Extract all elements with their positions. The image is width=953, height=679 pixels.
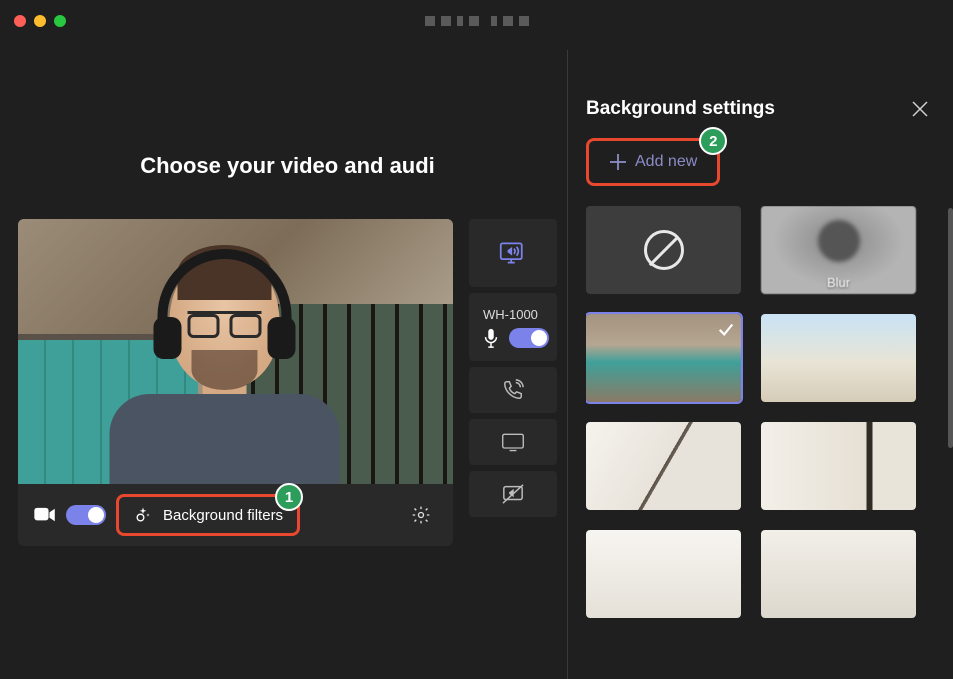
- video-settings-button[interactable]: [405, 499, 437, 531]
- plus-icon: [609, 153, 627, 171]
- background-option-window-room[interactable]: [586, 422, 741, 510]
- gear-icon: [411, 505, 431, 525]
- video-controls-bar: Background filters 1: [18, 484, 453, 546]
- audio-controls-column: WH-1000: [469, 219, 557, 546]
- video-preview: [18, 219, 453, 484]
- background-filters-label: Background filters: [163, 507, 283, 524]
- background-options-grid: Blur: [586, 206, 929, 618]
- checkmark-icon: [717, 320, 735, 338]
- room-audio-tile[interactable]: [469, 419, 557, 465]
- background-option-beach[interactable]: [761, 314, 916, 402]
- add-new-label: Add new: [635, 153, 697, 171]
- background-option-mirror-room[interactable]: [761, 422, 916, 510]
- background-settings-panel: Background settings Add new 2 Blur: [567, 50, 945, 679]
- mic-toggle[interactable]: [509, 328, 549, 348]
- left-panel: Choose your video and audi: [0, 50, 567, 679]
- background-filters-button[interactable]: Background filters 1: [116, 494, 300, 536]
- callout-badge-1: 1: [275, 483, 303, 511]
- window-controls: [14, 15, 66, 27]
- minimize-window-button[interactable]: [34, 15, 46, 27]
- microphone-icon: [483, 328, 499, 348]
- background-option-none[interactable]: [586, 206, 741, 294]
- audio-device-tile[interactable]: [469, 219, 557, 287]
- phone-icon: [502, 379, 524, 401]
- camera-toggle[interactable]: [66, 505, 106, 525]
- background-option-blur[interactable]: Blur: [761, 206, 916, 294]
- camera-icon: [34, 507, 56, 523]
- scrollbar[interactable]: [948, 208, 953, 448]
- video-card: Background filters 1: [18, 219, 453, 546]
- screen-icon: [501, 432, 525, 452]
- page-title: Choose your video and audi: [18, 153, 557, 179]
- close-panel-button[interactable]: [911, 100, 929, 118]
- blur-label: Blur: [761, 275, 916, 290]
- title-bar-redacted: [425, 16, 529, 26]
- audio-device-name: WH-1000: [483, 307, 538, 322]
- background-option-minimal-room[interactable]: [761, 530, 916, 618]
- panel-title: Background settings: [586, 98, 775, 120]
- filters-icon: [133, 505, 153, 525]
- maximize-window-button[interactable]: [54, 15, 66, 27]
- no-audio-tile[interactable]: [469, 471, 557, 517]
- computer-audio-icon: [499, 241, 527, 265]
- add-new-background-button[interactable]: Add new 2: [586, 138, 720, 186]
- background-option-white-room[interactable]: [586, 530, 741, 618]
- callout-badge-2: 2: [699, 127, 727, 155]
- title-bar: [0, 0, 953, 42]
- phone-audio-tile[interactable]: [469, 367, 557, 413]
- speaker-off-icon: [501, 483, 525, 505]
- mic-device-tile[interactable]: WH-1000: [469, 293, 557, 361]
- background-option-office[interactable]: [586, 314, 741, 402]
- none-icon: [644, 230, 684, 270]
- close-window-button[interactable]: [14, 15, 26, 27]
